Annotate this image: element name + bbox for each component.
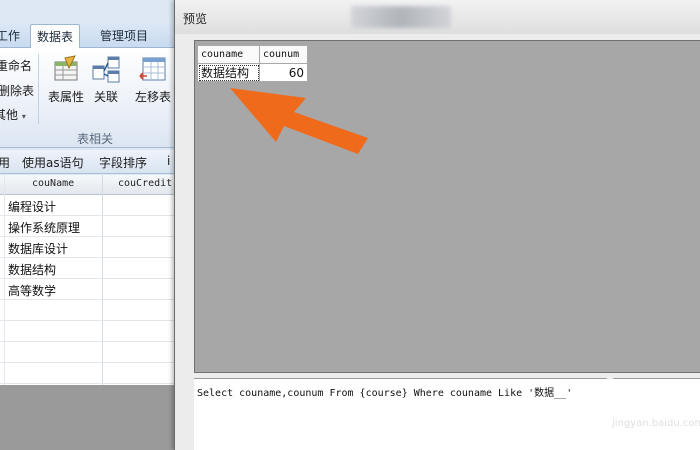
ribbon-separator <box>38 54 39 124</box>
delete-table-label: 删除表 <box>0 84 35 98</box>
grid-column-header[interactable]: couName <box>32 178 74 189</box>
grid-cell[interactable]: 编程设计 <box>8 198 56 215</box>
grid-cell[interactable]: 数据结构 <box>8 261 56 278</box>
table-row[interactable]: 数据结构 60 <box>197 63 308 82</box>
toolbar-item-use[interactable]: 用 <box>0 154 10 171</box>
move-left-button[interactable]: 左移表 <box>130 54 176 105</box>
relation-button[interactable]: 关联 <box>83 54 129 105</box>
result-table: couname counum 数据结构 60 <box>197 45 308 82</box>
ribbon-tabbar: 工作 数据表 管理项目 <box>0 24 190 49</box>
delete-table-button[interactable]: 删除表 <box>0 82 34 99</box>
table-properties-icon <box>51 54 81 84</box>
table-row[interactable] <box>0 300 190 321</box>
rename-button[interactable]: 重命名 <box>0 57 32 74</box>
rename-label: 重命名 <box>0 59 33 73</box>
background-app-window: 工作 数据表 管理项目 重命名 删除表 其他 ▾ 表属性 关联 左移表 表相关 … <box>0 0 190 450</box>
query-toolbar: 用 使用as语句 字段排序 i <box>0 150 190 174</box>
watermark-brand: 经验 <box>614 392 656 416</box>
toolbar-item-i[interactable]: i <box>167 154 170 168</box>
tab-manage-project[interactable]: 管理项目 <box>94 24 154 48</box>
grid-empty-area <box>0 385 190 450</box>
move-left-label: 左移表 <box>134 90 171 104</box>
table-row[interactable]: 数据库设计 <box>0 237 190 258</box>
table-row[interactable] <box>0 342 190 363</box>
toolbar-item-use-as[interactable]: 使用as语句 <box>22 154 84 171</box>
table-row[interactable]: 操作系统原理 <box>0 216 190 237</box>
relation-label: 关联 <box>93 90 118 104</box>
result-cell-counum[interactable]: 60 <box>259 63 308 82</box>
result-column-header[interactable]: counum <box>259 45 308 64</box>
toolbar-item-field-sort[interactable]: 字段排序 <box>99 154 147 171</box>
other-dropdown[interactable]: 其他 ▾ <box>0 106 26 123</box>
result-cell-couname[interactable]: 数据结构 <box>197 63 260 82</box>
other-label: 其他 <box>0 108 19 122</box>
table-row[interactable] <box>0 363 190 384</box>
preview-title: 预览 <box>183 12 208 26</box>
sql-statement-text: Select couname,counum From {course} Wher… <box>197 388 573 399</box>
grid-column-header[interactable]: couCredit <box>118 178 172 189</box>
grid-cell[interactable]: 数据库设计 <box>8 240 68 257</box>
table-row[interactable] <box>0 321 190 342</box>
preview-titlebar[interactable]: 预览 <box>175 0 700 34</box>
result-column-header[interactable]: couname <box>197 45 260 64</box>
table-row[interactable]: 数据结构 <box>0 258 190 279</box>
relation-icon <box>91 54 121 84</box>
watermark-url: jingyan.baidu.com <box>612 418 700 429</box>
ribbon-panel: 重命名 删除表 其他 ▾ 表属性 关联 左移表 表相关 <box>0 48 190 148</box>
annotation-arrow-icon <box>230 88 368 154</box>
table-row[interactable]: 编程设计 <box>0 195 190 216</box>
grid-cell[interactable]: 高等数学 <box>8 282 56 299</box>
tab-work[interactable]: 工作 <box>0 24 26 48</box>
table-row[interactable]: 高等数学 <box>0 279 190 300</box>
move-left-icon <box>138 54 168 84</box>
data-grid: couName couCredit 编程设计 操作系统原理 数据库设计 数据结构… <box>0 175 190 385</box>
grid-cell[interactable]: 操作系统原理 <box>8 219 80 236</box>
tab-data-table[interactable]: 数据表 <box>30 24 81 49</box>
grid-header: couName couCredit <box>0 175 190 195</box>
chevron-down-icon: ▾ <box>21 112 26 121</box>
blurred-title-region <box>351 6 451 28</box>
ribbon-group-label: 表相关 <box>76 132 113 146</box>
